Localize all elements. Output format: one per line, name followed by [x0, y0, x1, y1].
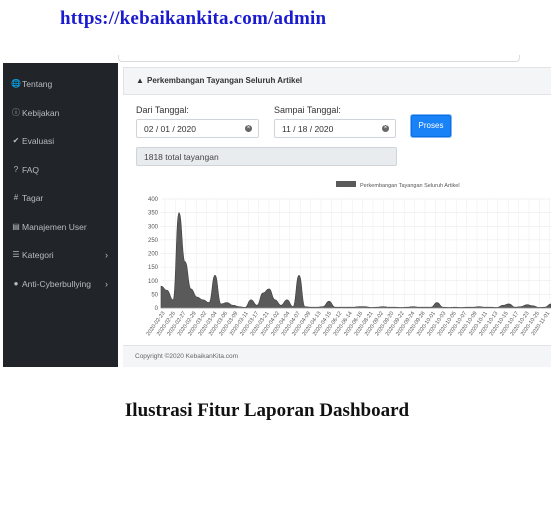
check-circle-icon: ✔: [12, 136, 20, 145]
sidebar-item-evaluasi[interactable]: ✔ Evaluasi: [3, 130, 118, 152]
sidebar-item-label: Tentang: [22, 79, 53, 89]
sidebar-item-label: Tagar: [22, 193, 44, 203]
sidebar-item-label: Kategori: [22, 250, 54, 260]
sidebar-item-faq[interactable]: ? FAQ: [3, 159, 118, 181]
hashtag-icon: #: [13, 193, 19, 202]
sidebar-item-label: Anti-Cyberbullying: [22, 278, 91, 289]
sidebar-item-label: FAQ: [22, 164, 40, 175]
sidebar-item-anti-cyberbullying[interactable]: ● Anti-Cyberbullying ›: [3, 273, 118, 295]
sidebar-item-label: Kebijakan: [22, 107, 60, 118]
to-date-value: 11 / 18 / 2020: [282, 124, 334, 134]
from-date-input[interactable]: 02 / 01 / 2020 ×: [136, 119, 259, 138]
card-header: ▲ Perkembangan Tayangan Seluruh Artikel: [123, 67, 551, 95]
sidebar: 🌐 Tentang ⓘ Kebijakan ✔ Evaluasi? FAQ # Tagar ▤ Ma…: [3, 63, 118, 367]
dashboard-screenshot: 🌐 Tentang ⓘ Kebijakan ✔ Evaluasi? FAQ # Tagar ▤ Ma…: [3, 55, 551, 367]
info-icon: ⓘ: [12, 107, 20, 117]
footer: Copyright ©2020 KebaikanKita.com: [123, 345, 551, 367]
proses-button[interactable]: Proses: [411, 115, 451, 137]
chevron-right-icon: ›: [105, 278, 108, 289]
y-tick-label: 350: [148, 211, 159, 217]
sidebar-item-label: Manajemen User: [22, 221, 87, 232]
card-title: Perkembangan Tayangan Seluruh Artikel: [147, 76, 303, 85]
sidebar-item-kebijakan[interactable]: ⓘ Kebijakan: [3, 102, 118, 124]
question-icon: ?: [13, 164, 19, 174]
y-tick-label: 50: [151, 292, 158, 298]
figure-caption: Ilustrasi Fitur Laporan Dashboard: [124, 400, 410, 421]
y-tick-label: 250: [148, 238, 159, 244]
sidebar-item-tentang[interactable]: 🌐 Tentang: [3, 73, 118, 95]
y-tick-label: 400: [148, 197, 159, 203]
to-date-input[interactable]: 11 / 18 / 2020 ×: [274, 119, 396, 138]
legend-swatch: [336, 181, 356, 187]
list-icon: ☰: [12, 250, 20, 259]
sidebar-item-label: Evaluasi: [22, 136, 55, 146]
main-content: ▲ Perkembangan Tayangan Seluruh Artikel …: [118, 63, 551, 367]
navbar-edge: [118, 55, 520, 62]
sidebar-item-kategori[interactable]: ☰ Kategori ›: [3, 244, 118, 266]
id-card-icon: ▤: [12, 221, 20, 231]
area-chart-icon: ▲: [136, 76, 144, 85]
from-date-value: 02 / 01 / 2020: [144, 124, 196, 134]
total-views-box: 1818 total tayangan: [136, 147, 397, 166]
y-tick-label: 100: [148, 279, 159, 285]
from-date-label: Dari Tanggal:: [136, 105, 189, 115]
views-area-chart: Perkembangan Tayangan Seluruh Artikel 0 50…: [146, 181, 551, 337]
clear-from-date-icon[interactable]: ×: [245, 125, 252, 132]
sidebar-item-tagar[interactable]: # Tagar: [3, 187, 118, 209]
views-area-series: [160, 212, 551, 309]
y-tick-label: 0: [155, 306, 159, 312]
legend-label: Perkembangan Tayangan Seluruh Artikel: [360, 183, 460, 189]
copyright-text: Copyright ©2020 KebaikanKita.com: [135, 353, 239, 360]
page-url-heading: https://kebaikankita.com/admin: [60, 8, 327, 29]
chevron-right-icon: ›: [105, 250, 108, 260]
clear-to-date-icon[interactable]: ×: [382, 125, 389, 132]
y-tick-label: 200: [148, 252, 159, 258]
y-tick-label: 150: [148, 265, 159, 271]
to-date-label: Sampai Tanggal:: [274, 105, 341, 115]
sidebar-item-manajemen-user[interactable]: ▤ Manajemen User: [3, 216, 118, 238]
globe-icon: 🌐: [11, 79, 21, 88]
comments-icon: ●: [13, 278, 19, 288]
y-tick-label: 300: [148, 224, 159, 230]
